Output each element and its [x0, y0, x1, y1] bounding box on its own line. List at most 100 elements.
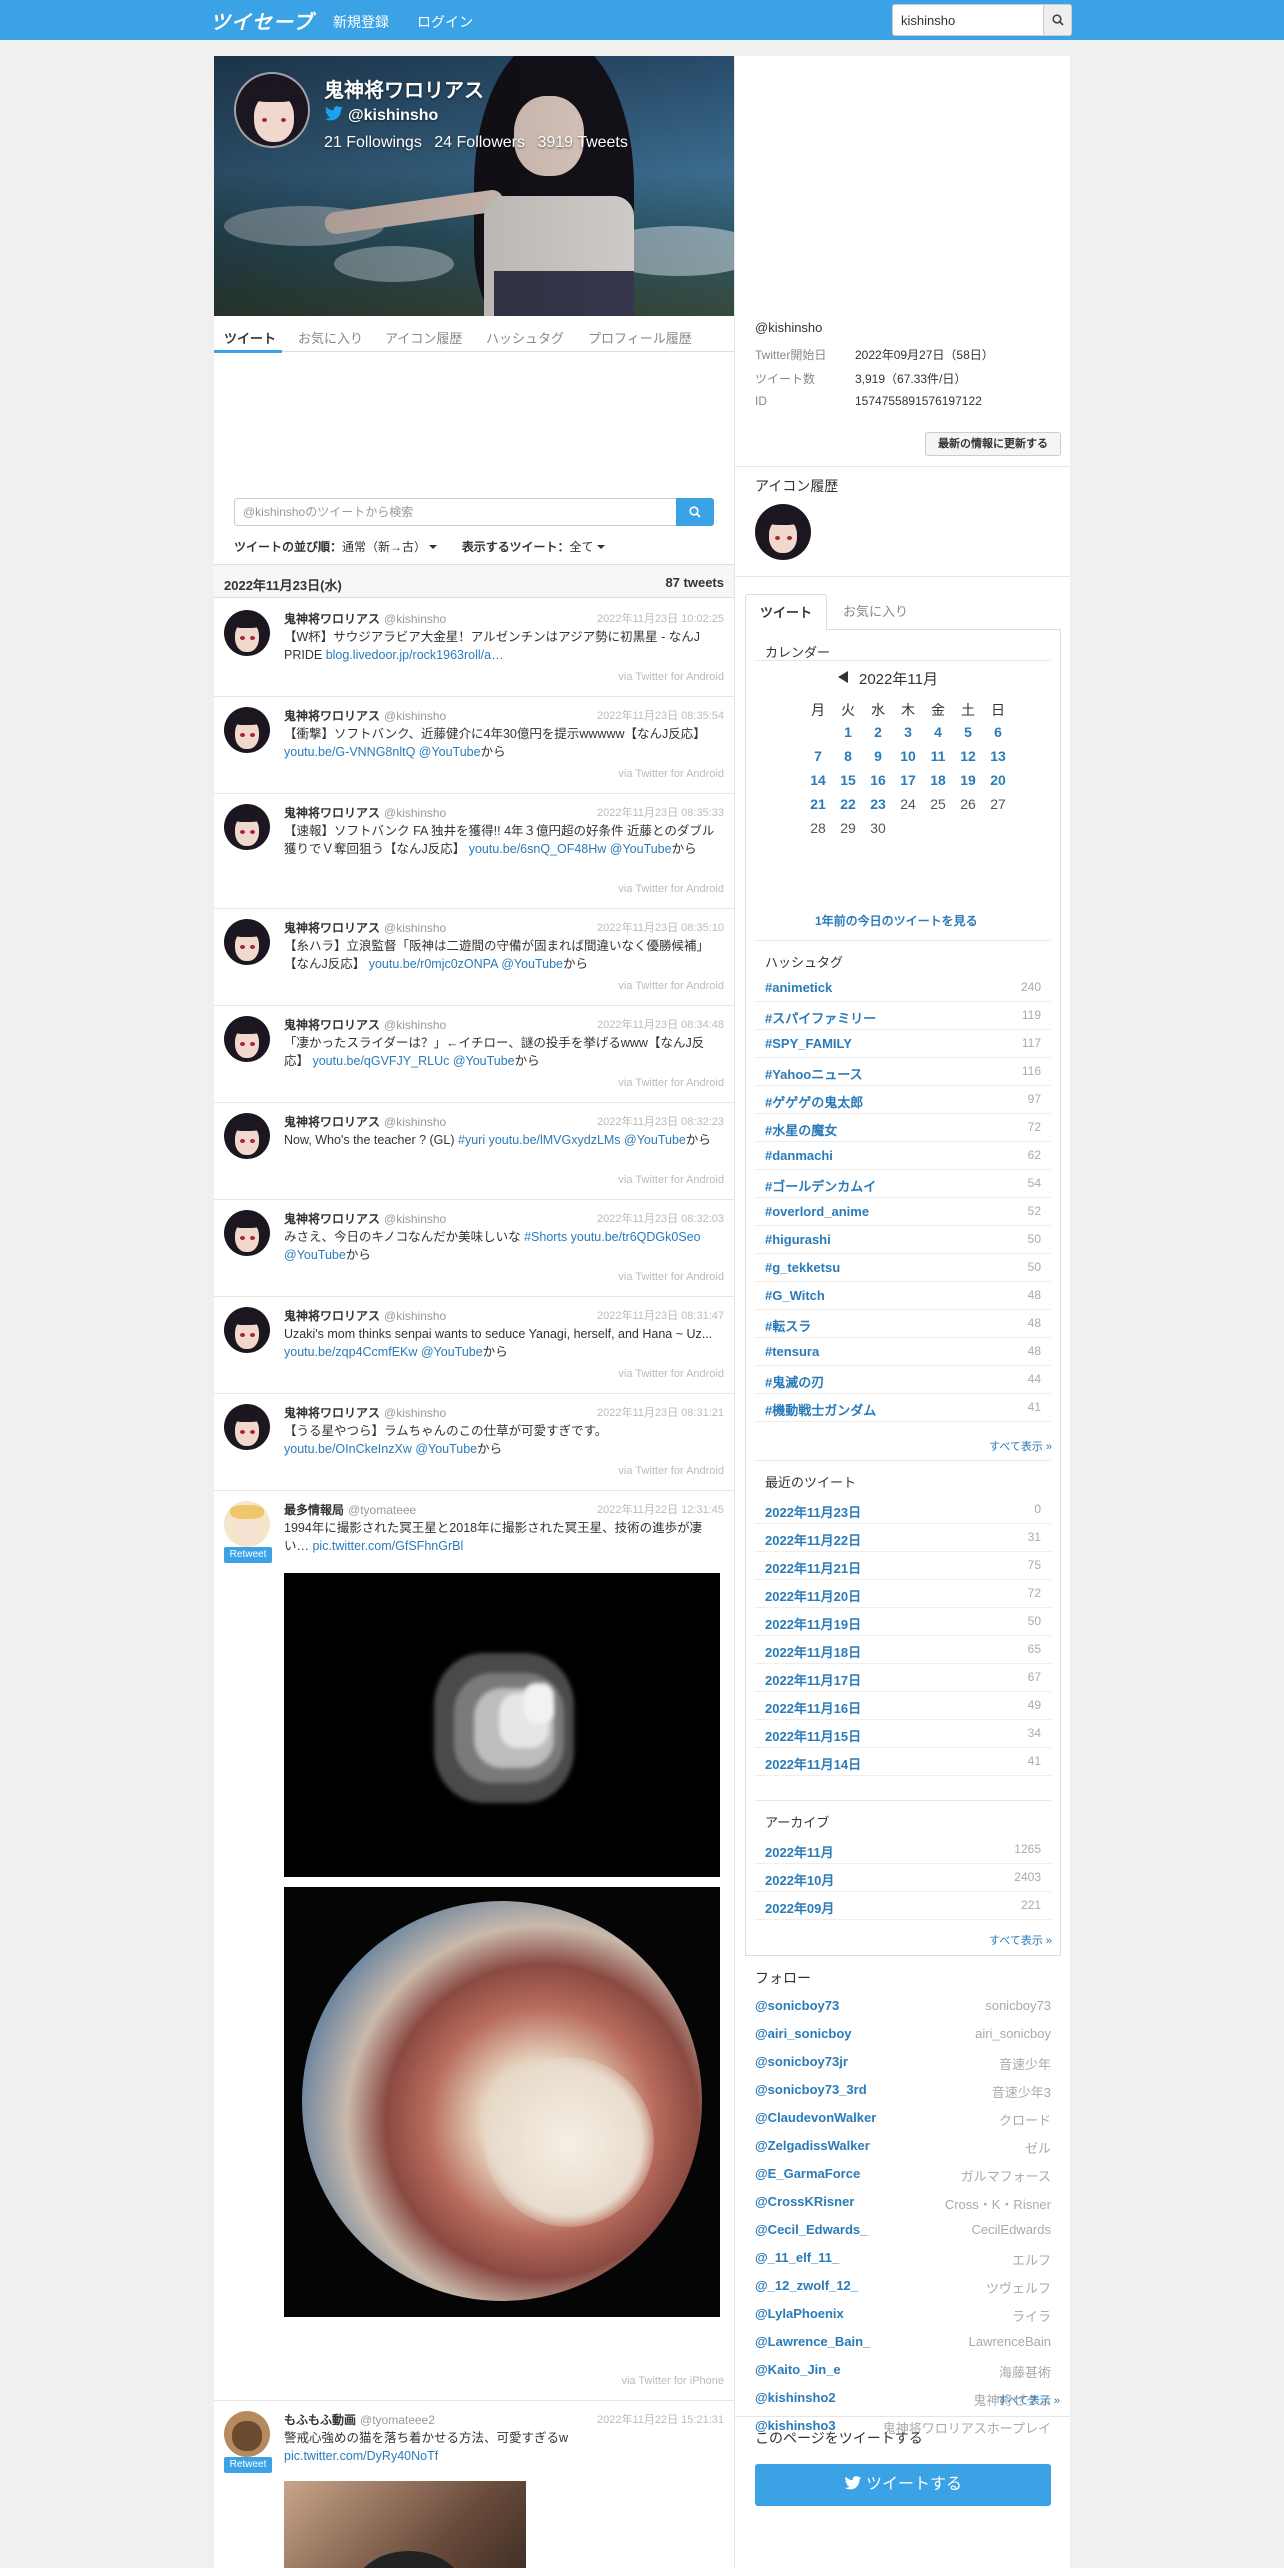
tweet-author-name[interactable]: 鬼神将ワロリアス	[284, 806, 380, 820]
followers-count[interactable]: 24 Followers	[434, 134, 525, 151]
hashtag-row[interactable]: #スパイファミリー 119	[755, 1002, 1051, 1030]
pluto-1994-image[interactable]	[284, 1573, 720, 1877]
login-link[interactable]: ログイン	[417, 12, 473, 32]
sort-dropdown[interactable]: 通常（新→古）	[342, 540, 426, 554]
tweet-timestamp[interactable]: 2022年11月23日 08:34:48	[597, 1016, 724, 1032]
tweet-link[interactable]: blog.livedoor.jp/rock1963roll/a…	[326, 648, 504, 662]
tweet-timestamp[interactable]: 2022年11月23日 08:35:10	[597, 919, 724, 935]
tweet-author[interactable]: 鬼神将ワロリアス @kishinsho	[284, 919, 446, 936]
recent-day-row[interactable]: 2022年11月21日 75	[755, 1552, 1051, 1580]
tweet-author-handle[interactable]: @kishinsho	[384, 709, 446, 723]
calendar-day[interactable]: 13	[983, 748, 1013, 764]
tweet-link[interactable]: youtu.be/6snQ_OF48Hw @YouTube	[469, 842, 672, 856]
hashtag-name[interactable]: #鬼滅の刃	[765, 1372, 824, 1391]
tweet-author-handle[interactable]: @kishinsho	[384, 806, 446, 820]
calendar-day[interactable]: 18	[923, 772, 953, 788]
calendar-day[interactable]: 1	[833, 724, 863, 740]
follow-handle[interactable]: @airi_sonicboy	[755, 2026, 851, 2041]
tab-profile-history[interactable]: プロフィール履歴	[588, 328, 692, 347]
hashtag-name[interactable]: #水星の魔女	[765, 1120, 837, 1139]
follow-row[interactable]: @airi_sonicboy airi_sonicboy	[755, 2020, 1051, 2048]
calendar-day[interactable]: 4	[923, 724, 953, 740]
hashtag-name[interactable]: #転スラ	[765, 1316, 811, 1335]
tweet-author-handle[interactable]: @kishinsho	[384, 1406, 446, 1420]
calendar-day[interactable]: 22	[833, 796, 863, 812]
calendar-day[interactable]: 15	[833, 772, 863, 788]
follow-handle[interactable]: @sonicboy73jr	[755, 2054, 848, 2069]
user-avatar[interactable]	[224, 707, 270, 753]
recent-day-row[interactable]: 2022年11月16日 49	[755, 1692, 1051, 1720]
tweet-link[interactable]: youtu.be/G-VNNG8nltQ @YouTube	[284, 745, 481, 759]
tweet-author-handle[interactable]: @kishinsho	[384, 1212, 446, 1226]
hashtag-name[interactable]: #スパイファミリー	[765, 1008, 876, 1027]
hashtag-name[interactable]: #higurashi	[765, 1232, 831, 1247]
follows-see-all-link[interactable]: すべて表示 »	[997, 2392, 1060, 2408]
tweet-author[interactable]: 鬼神将ワロリアス @kishinsho	[284, 1404, 446, 1421]
hashtag-name[interactable]: #機動戦士ガンダム	[765, 1400, 876, 1419]
site-search-input[interactable]	[893, 5, 1043, 35]
profile-handle[interactable]: @kishinsho	[324, 106, 438, 125]
cat-video-thumbnail[interactable]	[284, 2481, 526, 2568]
recent-day-row[interactable]: 2022年11月17日 67	[755, 1664, 1051, 1692]
follow-handle[interactable]: @LylaPhoenix	[755, 2306, 844, 2321]
tweet-timestamp[interactable]: 2022年11月23日 10:02:25	[597, 610, 724, 626]
hashtag-row[interactable]: #overlord_anime 52	[755, 1198, 1051, 1226]
recent-day-row[interactable]: 2022年11月18日 65	[755, 1636, 1051, 1664]
follow-row[interactable]: @CrossKRisner Cross・K・Risner	[755, 2188, 1051, 2216]
followings-count[interactable]: 21 Followings	[324, 134, 422, 151]
calendar-prev-button[interactable]	[837, 670, 849, 687]
hashtag-row[interactable]: #ゲゲゲの鬼太郎 97	[755, 1086, 1051, 1114]
user-avatar[interactable]	[224, 1404, 270, 1450]
recent-day-row[interactable]: 2022年11月23日 0	[755, 1496, 1051, 1524]
recent-day-link[interactable]: 2022年11月23日	[765, 1502, 861, 1521]
tweet-timestamp[interactable]: 2022年11月23日 08:31:47	[597, 1307, 724, 1323]
calendar-day[interactable]: 8	[833, 748, 863, 764]
tweet-author-handle[interactable]: @kishinsho	[384, 1309, 446, 1323]
tweet-author-name[interactable]: 最多情報局	[284, 1503, 344, 1517]
tweet-author[interactable]: 鬼神将ワロリアス @kishinsho	[284, 707, 446, 724]
user-avatar[interactable]	[224, 2411, 270, 2457]
recent-day-link[interactable]: 2022年11月16日	[765, 1698, 861, 1717]
follow-handle[interactable]: @kishinsho2	[755, 2390, 836, 2405]
hashtag-row[interactable]: #g_tekketsu 50	[755, 1254, 1051, 1282]
profile-avatar[interactable]	[234, 72, 310, 148]
tweet-author-name[interactable]: 鬼神将ワロリアス	[284, 1212, 380, 1226]
recent-day-row[interactable]: 2022年11月20日 72	[755, 1580, 1051, 1608]
tweet-author-name[interactable]: 鬼神将ワロリアス	[284, 709, 380, 723]
follow-handle[interactable]: @CrossKRisner	[755, 2194, 854, 2209]
tweet-author[interactable]: 最多情報局 @tyomateee	[284, 1501, 416, 1518]
calendar-day[interactable]: 14	[803, 772, 833, 788]
recent-day-row[interactable]: 2022年11月19日 50	[755, 1608, 1051, 1636]
follow-row[interactable]: @sonicboy73_3rd 音速少年3	[755, 2076, 1051, 2104]
tweet-this-page-button[interactable]: ツイートする	[755, 2464, 1051, 2506]
user-avatar[interactable]	[224, 610, 270, 656]
tweet-author[interactable]: 鬼神将ワロリアス @kishinsho	[284, 1307, 446, 1324]
hashtag-name[interactable]: #SPY_FAMILY	[765, 1036, 852, 1051]
tweet-search-input[interactable]: @kishinshoのツイートから検索	[234, 498, 684, 526]
user-avatar[interactable]	[224, 1307, 270, 1353]
follow-handle[interactable]: @Kaito_Jin_e	[755, 2362, 841, 2377]
calendar-day[interactable]: 17	[893, 772, 923, 788]
follow-handle[interactable]: @_11_elf_11_	[755, 2250, 839, 2265]
tweet-timestamp[interactable]: 2022年11月23日 08:35:54	[597, 707, 724, 723]
follow-row[interactable]: @LylaPhoenix ライラ	[755, 2300, 1051, 2328]
recent-day-link[interactable]: 2022年11月22日	[765, 1530, 861, 1549]
user-avatar[interactable]	[224, 1016, 270, 1062]
recent-day-row[interactable]: 2022年11月22日 31	[755, 1524, 1051, 1552]
tweet-link[interactable]: youtu.be/qGVFJY_RLUc @YouTube	[312, 1054, 514, 1068]
follow-row[interactable]: @ClaudevonWalker クロード	[755, 2104, 1051, 2132]
user-avatar[interactable]	[224, 804, 270, 850]
sidebar-tab-favorites[interactable]: お気に入り	[829, 594, 922, 630]
hashtag-row[interactable]: #鬼滅の刃 44	[755, 1366, 1051, 1394]
tweet-author-handle[interactable]: @kishinsho	[384, 1018, 446, 1032]
hashtag-row[interactable]: #Yahooニュース 116	[755, 1058, 1051, 1086]
follow-handle[interactable]: @_12_zwolf_12_	[755, 2278, 858, 2293]
tweet-link[interactable]: youtu.be/OInCkeInzXw @YouTube	[284, 1442, 477, 1456]
follow-row[interactable]: @sonicboy73 sonicboy73	[755, 1992, 1051, 2020]
see-last-year-link[interactable]: 1年前の今日のツイートを見る	[815, 912, 978, 929]
hashtag-row[interactable]: #danmachi 62	[755, 1142, 1051, 1170]
calendar-day[interactable]: 20	[983, 772, 1013, 788]
archive-month-link[interactable]: 2022年11月	[765, 1842, 834, 1861]
tweet-author-name[interactable]: 鬼神将ワロリアス	[284, 921, 380, 935]
tweet-timestamp[interactable]: 2022年11月22日 12:31:45	[597, 1501, 724, 1517]
